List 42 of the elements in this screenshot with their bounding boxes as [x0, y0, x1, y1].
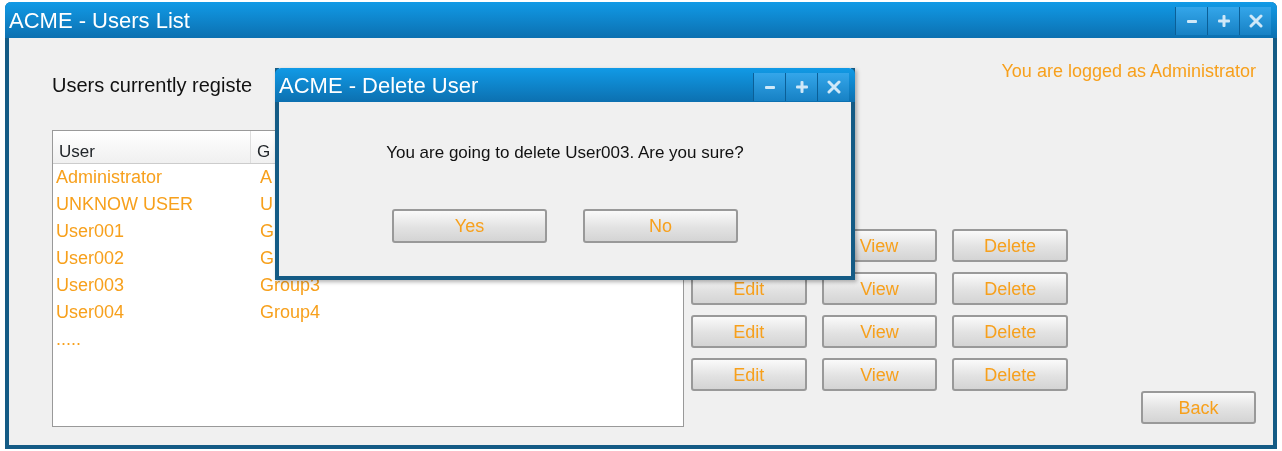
user-cell-text: Administrator — [55, 166, 164, 189]
action-button[interactable]: Delete — [952, 272, 1068, 305]
group-cell-text: Group3 — [259, 274, 321, 297]
heading-text: Users currently registe — [52, 73, 253, 98]
close-button[interactable] — [817, 73, 849, 101]
maximize-button[interactable] — [785, 73, 817, 101]
action-button[interactable]: View — [821, 272, 938, 305]
plus-icon — [1216, 14, 1231, 28]
cancel-button[interactable]: No — [583, 208, 738, 243]
confirm-message: You are going to delete User003. Are you sure? — [385, 142, 745, 164]
confirm-button[interactable]: Yes — [392, 208, 547, 243]
back-button[interactable]: Back — [1141, 391, 1256, 424]
action-button[interactable]: Edit — [691, 315, 807, 348]
user-cell-text: User001 — [55, 220, 126, 243]
action-button[interactable]: View — [821, 315, 938, 348]
action-button[interactable]: Delete — [952, 229, 1068, 262]
window-title: ACME - Users List — [9, 6, 190, 35]
user-cell-text: User003 — [55, 274, 126, 297]
action-button[interactable]: Edit — [691, 358, 807, 391]
close-icon — [826, 80, 841, 94]
action-button[interactable]: View — [821, 358, 938, 391]
action-button[interactable]: Delete — [952, 315, 1068, 348]
column-header[interactable]: G — [251, 131, 277, 163]
maximize-button[interactable] — [1207, 7, 1239, 35]
user-cell-text: UNKNOW USER — [55, 193, 194, 216]
login-status-text: You are logged as Administrator — [1001, 60, 1256, 83]
minimize-button[interactable] — [753, 73, 785, 101]
group-cell-text: G — [259, 220, 274, 243]
plus-icon — [794, 80, 809, 94]
group-cell-text: G — [259, 247, 274, 270]
group-cell-text: U — [259, 193, 273, 216]
action-button[interactable]: Delete — [952, 358, 1068, 391]
close-icon — [1248, 14, 1263, 28]
group-cell-text: A — [259, 166, 272, 189]
dialog-title: ACME - Delete User — [279, 71, 479, 100]
close-button[interactable] — [1239, 7, 1271, 35]
user-cell-text: ..... — [55, 328, 82, 351]
column-header[interactable]: User — [53, 131, 251, 163]
user-cell-text: User004 — [55, 301, 126, 324]
minimize-button[interactable] — [1175, 7, 1207, 35]
user-cell-text: User002 — [55, 247, 126, 270]
group-cell-text: Group4 — [259, 301, 321, 324]
